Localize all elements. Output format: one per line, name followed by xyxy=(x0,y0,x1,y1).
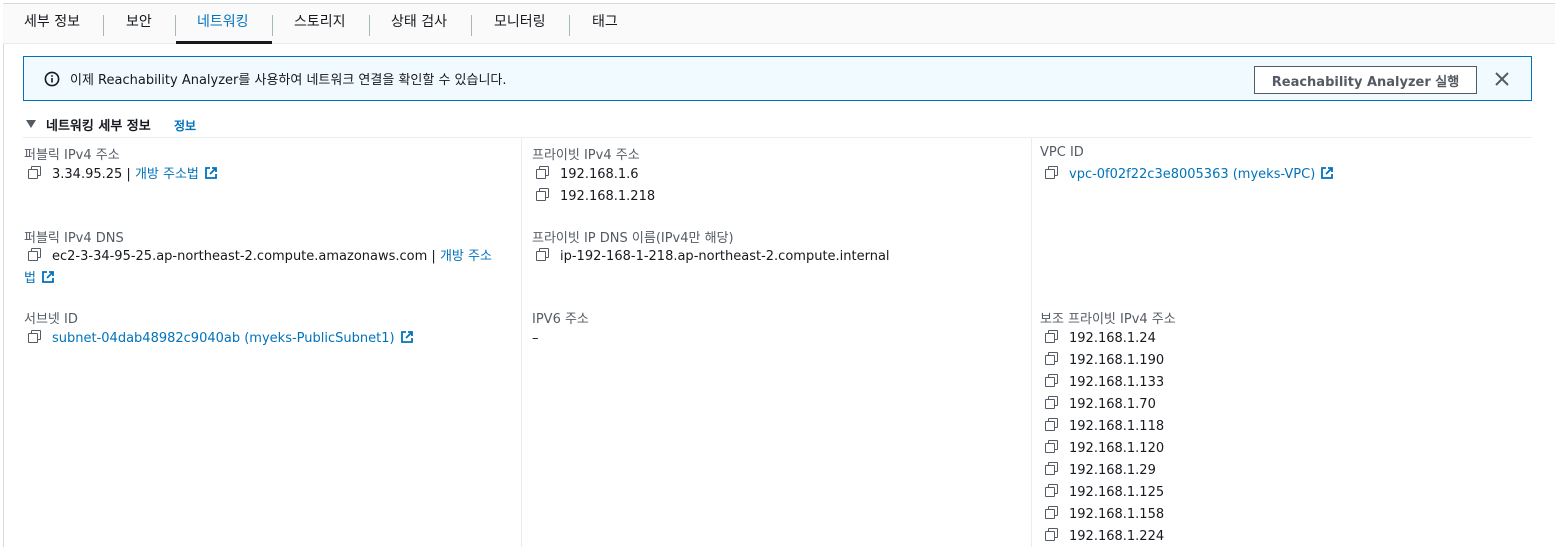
secondary-ipv4-item: 192.168.1.190 xyxy=(1045,352,1164,370)
private-dns-text: ip-192-168-1-218.ap-northeast-2.compute.… xyxy=(560,249,890,264)
secondary-ipv4-item: 192.168.1.24 xyxy=(1045,330,1156,348)
column-divider xyxy=(1031,137,1032,547)
tab-security[interactable]: 보안 xyxy=(126,4,152,44)
secondary-ipv4-item: 192.168.1.120 xyxy=(1045,440,1164,458)
subnet-link[interactable]: subnet-04dab48982c9040ab (myeks-PublicSu… xyxy=(52,331,395,346)
secondary-ipv4-text: 192.168.1.125 xyxy=(1069,485,1165,500)
copy-icon[interactable] xyxy=(1045,484,1058,497)
close-icon[interactable] xyxy=(1492,69,1512,89)
subnet-label: 서브넷 ID xyxy=(24,312,78,327)
private-ipv4-item: 192.168.1.6 xyxy=(536,166,639,184)
subnet-value: subnet-04dab48982c9040ab (myeks-PublicSu… xyxy=(28,330,414,348)
copy-icon[interactable] xyxy=(536,248,549,261)
secondary-ipv4-label: 보조 프라이빗 IPv4 주소 xyxy=(1040,312,1176,327)
public-ipv4-label: 퍼블릭 IPv4 주소 xyxy=(24,148,120,163)
open-address-link[interactable]: 개방 주소 xyxy=(440,249,492,264)
copy-icon[interactable] xyxy=(1045,166,1058,179)
copy-icon[interactable] xyxy=(536,166,549,179)
public-ipv4-text: 3.34.95.25 xyxy=(52,167,123,182)
banner-message: 이제 Reachability Analyzer를 사용하여 네트워크 연결을 … xyxy=(70,73,507,88)
tab-divider xyxy=(471,15,472,36)
tab-storage[interactable]: 스토리지 xyxy=(294,4,346,44)
copy-icon[interactable] xyxy=(1045,418,1058,431)
tab-divider xyxy=(272,15,273,36)
private-ipv4-text: 192.168.1.218 xyxy=(560,189,656,204)
secondary-ipv4-text: 192.168.1.190 xyxy=(1069,353,1165,368)
vpc-value: vpc-0f02f22c3e8005363 (myeks-VPC) xyxy=(1045,166,1334,184)
copy-icon[interactable] xyxy=(1045,440,1058,453)
secondary-ipv4-item: 192.168.1.70 xyxy=(1045,396,1156,414)
tab-tags[interactable]: 태그 xyxy=(592,4,618,44)
public-dns-value: ec2-3-34-95-25.ap-northeast-2.compute.am… xyxy=(28,248,492,266)
active-tab-indicator xyxy=(176,41,272,44)
vpc-link[interactable]: vpc-0f02f22c3e8005363 (myeks-VPC) xyxy=(1069,167,1315,182)
reachability-info-banner: 이제 Reachability Analyzer를 사용하여 네트워크 연결을 … xyxy=(23,56,1532,101)
caret-down-icon[interactable] xyxy=(26,120,36,128)
public-dns-link-wrap: 법 xyxy=(24,270,55,288)
secondary-ipv4-item: 192.168.1.224 xyxy=(1045,528,1164,546)
copy-icon[interactable] xyxy=(1045,374,1058,387)
secondary-ipv4-text: 192.168.1.24 xyxy=(1069,331,1156,346)
tab-status-checks[interactable]: 상태 검사 xyxy=(391,4,447,44)
secondary-ipv4-item: 192.168.1.158 xyxy=(1045,506,1164,524)
copy-icon[interactable] xyxy=(28,166,41,179)
secondary-ipv4-text: 192.168.1.224 xyxy=(1069,529,1165,544)
private-dns-label: 프라이빗 IP DNS 이름(IPv4만 해당) xyxy=(532,231,734,246)
column-divider xyxy=(521,137,522,547)
ipv6-label: IPV6 주소 xyxy=(532,312,589,327)
external-link-icon[interactable] xyxy=(204,166,218,180)
vpc-label: VPC ID xyxy=(1040,145,1084,160)
secondary-ipv4-item: 192.168.1.118 xyxy=(1045,418,1164,436)
secondary-ipv4-item: 192.168.1.133 xyxy=(1045,374,1164,392)
open-address-link-continued[interactable]: 법 xyxy=(24,271,36,286)
external-link-icon[interactable] xyxy=(41,270,55,284)
section-title: 네트워킹 세부 정보 xyxy=(46,119,151,134)
public-dns-text: ec2-3-34-95-25.ap-northeast-2.compute.am… xyxy=(52,249,428,264)
run-reachability-analyzer-button[interactable]: Reachability Analyzer 실행 xyxy=(1254,66,1477,94)
secondary-ipv4-text: 192.168.1.29 xyxy=(1069,463,1156,478)
copy-icon[interactable] xyxy=(1045,528,1058,541)
tab-divider xyxy=(569,15,570,36)
secondary-ipv4-text: 192.168.1.158 xyxy=(1069,507,1165,522)
public-dns-label: 퍼블릭 IPv4 DNS xyxy=(24,231,124,246)
info-link[interactable]: 정보 xyxy=(174,117,196,134)
copy-icon[interactable] xyxy=(1045,352,1058,365)
copy-icon[interactable] xyxy=(1045,330,1058,343)
section-divider xyxy=(23,137,1532,138)
copy-icon[interactable] xyxy=(1045,506,1058,519)
public-ipv4-value: 3.34.95.25 | 개방 주소법 xyxy=(28,166,218,184)
copy-icon[interactable] xyxy=(28,248,41,261)
private-ipv4-label: 프라이빗 IPv4 주소 xyxy=(532,148,640,163)
copy-icon[interactable] xyxy=(1045,396,1058,409)
tab-divider xyxy=(103,15,104,36)
tab-divider xyxy=(369,15,370,36)
private-ipv4-item: 192.168.1.218 xyxy=(536,188,655,206)
info-icon xyxy=(44,71,60,87)
tab-bar: 세부 정보 보안 네트워킹 스토리지 상태 검사 모니터링 태그 xyxy=(3,4,1555,44)
secondary-ipv4-text: 192.168.1.120 xyxy=(1069,441,1165,456)
tab-networking[interactable]: 네트워킹 xyxy=(197,4,249,44)
external-link-icon[interactable] xyxy=(400,330,414,344)
secondary-ipv4-item: 192.168.1.29 xyxy=(1045,462,1156,480)
tab-monitoring[interactable]: 모니터링 xyxy=(494,4,546,44)
copy-icon[interactable] xyxy=(1045,462,1058,475)
secondary-ipv4-text: 192.168.1.70 xyxy=(1069,397,1156,412)
separator: | xyxy=(427,249,440,264)
private-ipv4-text: 192.168.1.6 xyxy=(560,167,639,182)
external-link-icon[interactable] xyxy=(1320,166,1334,180)
copy-icon[interactable] xyxy=(28,330,41,343)
secondary-ipv4-text: 192.168.1.118 xyxy=(1069,419,1165,434)
secondary-ipv4-text: 192.168.1.133 xyxy=(1069,375,1165,390)
open-address-link[interactable]: 개방 주소법 xyxy=(135,167,199,182)
ipv6-value: – xyxy=(532,331,539,346)
secondary-ipv4-item: 192.168.1.125 xyxy=(1045,484,1164,502)
tab-divider xyxy=(175,15,176,36)
private-dns-value: ip-192-168-1-218.ap-northeast-2.compute.… xyxy=(536,248,890,266)
tab-details[interactable]: 세부 정보 xyxy=(24,4,80,44)
separator: | xyxy=(122,167,135,182)
copy-icon[interactable] xyxy=(536,188,549,201)
